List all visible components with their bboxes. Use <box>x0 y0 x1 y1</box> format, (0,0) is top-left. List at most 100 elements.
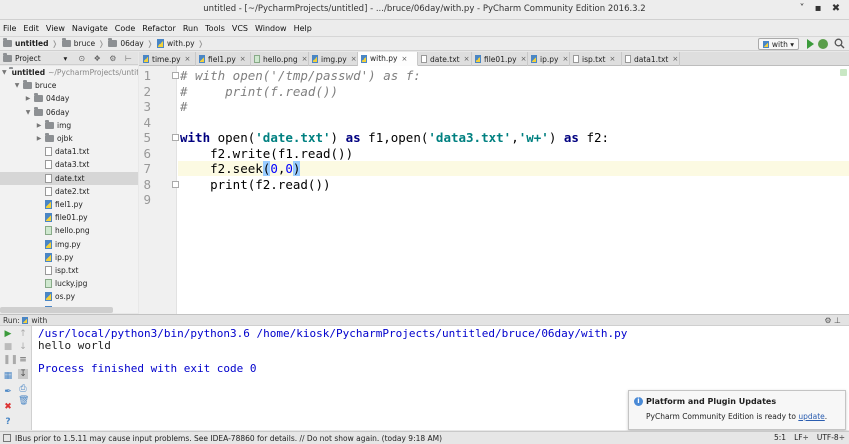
print-icon[interactable]: ⎙ <box>18 384 28 394</box>
project-view-dropdown[interactable]: ▾ <box>63 54 67 63</box>
tree-item[interactable]: data1.txt <box>0 145 138 158</box>
file-encoding[interactable]: UTF-8÷ <box>817 433 845 442</box>
tree-item[interactable]: ▼ untitled ~/PycharmProjects/untitl <box>0 66 138 79</box>
breadcrumb-with-py[interactable]: with.py ❭ <box>157 39 206 48</box>
close-tab-icon[interactable]: × <box>351 55 357 63</box>
editor-tab[interactable]: file01.py × <box>472 52 528 66</box>
close-tab-icon[interactable]: × <box>464 55 470 63</box>
tree-item[interactable]: ▶ 04day <box>0 92 138 105</box>
code-line[interactable]: with open('date.txt') as f1,open('data3.… <box>180 130 609 145</box>
code-line[interactable]: # with open('/tmp/passwd') as f: <box>180 68 421 83</box>
fold-marker-icon[interactable] <box>172 134 179 141</box>
code-line[interactable]: # <box>180 99 188 114</box>
menu-file[interactable]: File <box>3 24 16 33</box>
code-line[interactable]: print(f2.read()) <box>180 177 330 192</box>
editor-tab[interactable]: time.py × <box>140 52 196 66</box>
tree-item[interactable]: date2.txt <box>0 185 138 198</box>
project-tree-scrollbar[interactable] <box>0 307 113 313</box>
tree-item[interactable]: fiel1.py <box>0 198 138 211</box>
soft-wrap-icon[interactable]: ≡ <box>18 355 28 365</box>
restore-layout-icon[interactable]: ▦ <box>3 371 13 381</box>
line-separator[interactable]: LF÷ <box>794 433 809 442</box>
menu-window[interactable]: Window <box>255 24 287 33</box>
run-panel-settings-icon[interactable]: ⚙ ⊥ <box>824 316 841 325</box>
help-icon[interactable]: ? <box>3 417 13 427</box>
search-icon[interactable] <box>834 38 845 49</box>
update-link[interactable]: update <box>798 412 824 421</box>
breadcrumb-untitled[interactable]: untitled ❭ <box>3 38 60 48</box>
run-icon[interactable] <box>807 39 814 49</box>
tree-item[interactable]: lucky.jpg <box>0 277 138 290</box>
close-run-icon[interactable]: ✖ <box>3 402 13 412</box>
tree-item[interactable]: ▶ img <box>0 119 138 132</box>
expand-arrow-right-icon[interactable]: ▶ <box>35 135 43 142</box>
editor-tab[interactable]: date.txt × <box>418 52 472 66</box>
scroll-to-end-icon[interactable]: ↧ <box>18 369 28 379</box>
expand-arrow-down-icon[interactable]: ▼ <box>2 69 7 76</box>
tree-item[interactable]: ▶ ojbk <box>0 132 138 145</box>
editor-tab[interactable]: fiel1.py × <box>196 52 251 66</box>
clear-all-icon[interactable]: 🗑 <box>18 396 29 406</box>
rerun-icon[interactable]: ▶ <box>3 329 13 339</box>
tree-item[interactable]: hello.png <box>0 224 138 237</box>
tree-item[interactable]: file01.py <box>0 211 138 224</box>
menu-view[interactable]: View <box>46 24 65 33</box>
pin-tab-icon[interactable]: ✒ <box>3 387 13 397</box>
editor-tab[interactable]: data1.txt × <box>622 52 680 66</box>
stop-icon[interactable]: ■ <box>3 342 13 352</box>
project-panel-title[interactable]: Project <box>15 54 41 63</box>
scroll-down-icon[interactable]: ↓ <box>18 342 28 352</box>
scroll-up-icon[interactable]: ↑ <box>18 329 28 339</box>
code-line[interactable]: f2.seek(0,0) <box>180 161 301 176</box>
close-window-button[interactable]: ✖ <box>829 3 843 14</box>
menu-help[interactable]: Help <box>294 24 312 33</box>
close-tab-icon[interactable]: × <box>521 55 527 63</box>
menu-run[interactable]: Run <box>183 24 198 33</box>
menu-refactor[interactable]: Refactor <box>142 24 176 33</box>
close-tab-icon[interactable]: × <box>672 55 678 63</box>
tree-item[interactable]: img.py <box>0 238 138 251</box>
close-tab-icon[interactable]: × <box>609 55 615 63</box>
editor-tab[interactable]: hello.png × <box>251 52 309 66</box>
pause-icon[interactable]: ❚❚ <box>3 355 18 365</box>
editor-tab[interactable]: ip.py × <box>528 52 570 66</box>
expand-arrow-down-icon[interactable]: ▼ <box>24 109 32 116</box>
close-tab-icon[interactable]: × <box>240 55 246 63</box>
breadcrumb-bruce[interactable]: bruce ❭ <box>61 38 107 48</box>
editor-tab[interactable]: isp.txt × <box>570 52 622 66</box>
caret-position[interactable]: 5:1 <box>774 433 786 442</box>
tree-item[interactable]: ▼ bruce <box>0 79 138 92</box>
menu-edit[interactable]: Edit <box>23 24 39 33</box>
fold-marker-icon[interactable] <box>172 180 179 188</box>
tree-item[interactable]: ip.py <box>0 251 138 264</box>
tree-item[interactable]: isp.txt <box>0 264 138 277</box>
tree-item[interactable]: date.txt <box>0 171 138 185</box>
close-tab-icon[interactable]: × <box>302 55 308 63</box>
tree-item[interactable]: ▼ 06day <box>0 106 138 119</box>
code-line[interactable]: f2.write(f1.read()) <box>180 146 353 161</box>
expand-arrow-right-icon[interactable]: ▶ <box>24 95 32 102</box>
menu-vcs[interactable]: VCS <box>232 24 248 33</box>
fold-marker-icon[interactable] <box>172 72 179 79</box>
menu-navigate[interactable]: Navigate <box>72 24 108 33</box>
menu-tools[interactable]: Tools <box>205 24 225 33</box>
close-tab-icon[interactable]: × <box>402 55 408 63</box>
run-configuration-select[interactable]: with ▾ <box>757 38 799 50</box>
editor-tab[interactable]: img.py × <box>309 52 358 66</box>
maximize-button[interactable]: ▪ <box>811 3 825 14</box>
expand-arrow-down-icon[interactable]: ▼ <box>13 82 21 89</box>
project-panel-tools[interactable]: ⊙ ❖ ⚙ ⊢ <box>78 54 135 63</box>
close-tab-icon[interactable]: × <box>185 55 191 63</box>
expand-arrow-right-icon[interactable]: ▶ <box>35 122 43 129</box>
menu-code[interactable]: Code <box>115 24 135 33</box>
minimize-button[interactable]: ˅ <box>795 3 809 14</box>
code-line[interactable]: # print(f.read()) <box>180 84 338 99</box>
tree-item[interactable]: os.py <box>0 290 138 303</box>
debug-icon[interactable] <box>818 39 828 49</box>
close-tab-icon[interactable]: × <box>562 55 568 63</box>
tree-item[interactable]: data3.txt <box>0 158 138 171</box>
status-message[interactable]: IBus prior to 1.5.11 may cause input pro… <box>15 434 442 443</box>
code-editor[interactable]: 1 2 3 4 5 6 7 8 9 # with open('/tmp/passwd') as f… <box>139 66 849 314</box>
run-config-tab[interactable]: with <box>31 316 47 325</box>
tool-window-toggle-icon[interactable] <box>3 434 11 442</box>
